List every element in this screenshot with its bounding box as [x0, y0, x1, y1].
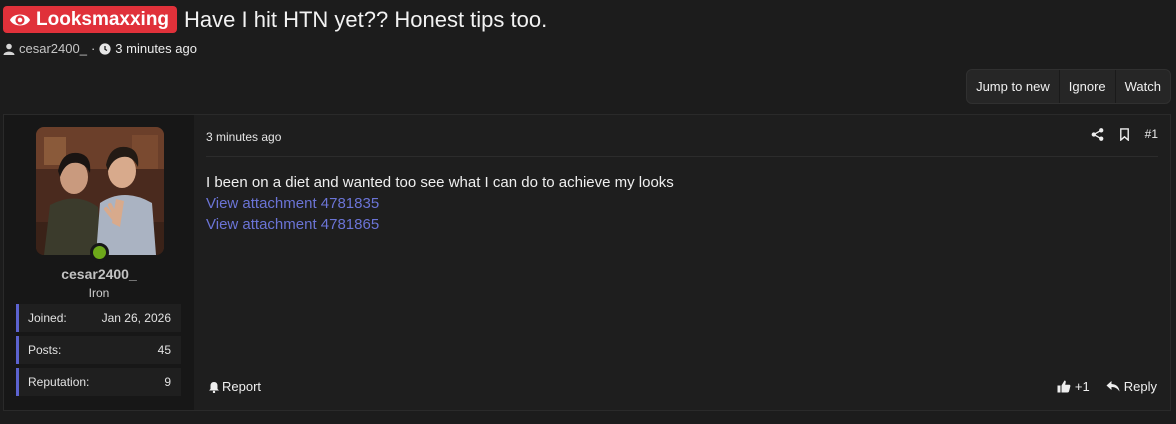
reaction-count: +1 — [1074, 379, 1090, 394]
report-label: Report — [222, 379, 262, 394]
thumbs-up-icon — [1057, 380, 1071, 393]
bookmark-icon[interactable] — [1118, 127, 1131, 141]
reply-button[interactable]: Reply — [1106, 379, 1157, 394]
stat-reputation: Reputation: 9 — [16, 368, 181, 396]
user-rank-title: Iron — [88, 286, 110, 300]
eye-icon — [9, 9, 31, 31]
thread-title-row: Looksmaxxing Have I hit HTN yet?? Honest… — [3, 6, 547, 33]
thread-author-link[interactable]: cesar2400_ — [19, 41, 87, 56]
user-icon — [3, 43, 15, 55]
post-actions: #1 — [1091, 127, 1158, 141]
like-button[interactable]: +1 — [1057, 379, 1090, 394]
stat-posts: Posts: 45 — [16, 336, 181, 364]
stat-value: 9 — [164, 375, 171, 389]
watch-button[interactable]: Watch — [1116, 70, 1170, 103]
post-text: I been on a diet and wanted too see what… — [206, 174, 674, 191]
report-button[interactable]: Report — [208, 379, 261, 394]
post-user-cell: cesar2400_ Iron Joined: Jan 26, 2026 Pos… — [4, 115, 194, 410]
stat-label: Reputation: — [28, 375, 90, 389]
clock-icon — [99, 42, 111, 55]
post: cesar2400_ Iron Joined: Jan 26, 2026 Pos… — [3, 114, 1171, 411]
post-footer-actions: +1 Reply — [1057, 379, 1157, 394]
thread-toolbar: Jump to new Ignore Watch — [966, 69, 1171, 104]
post-body: I been on a diet and wanted too see what… — [206, 172, 674, 235]
stat-value: Jan 26, 2026 — [101, 311, 171, 325]
post-number[interactable]: #1 — [1145, 127, 1158, 141]
post-username[interactable]: cesar2400_ — [4, 266, 194, 282]
avatar[interactable] — [36, 127, 164, 255]
prefix-label: Looksmaxxing — [36, 8, 170, 30]
prefix-badge[interactable]: Looksmaxxing — [3, 6, 178, 33]
jump-to-new-button[interactable]: Jump to new — [967, 70, 1060, 103]
reply-label: Reply — [1123, 379, 1157, 394]
post-header-divider — [206, 156, 1158, 157]
post-main-cell: 3 minutes ago #1 I been on a diet and wa… — [194, 115, 1170, 410]
thread-time[interactable]: 3 minutes ago — [115, 41, 197, 56]
stat-label: Joined: — [28, 311, 67, 325]
post-time[interactable]: 3 minutes ago — [206, 130, 281, 144]
stat-label: Posts: — [28, 343, 62, 357]
bell-icon — [208, 381, 220, 393]
attachment-link[interactable]: View attachment 4781835 — [206, 193, 674, 214]
online-status-indicator — [90, 243, 109, 262]
thread-meta: cesar2400_ · 3 minutes ago — [3, 41, 197, 56]
meta-separator: · — [90, 41, 96, 56]
stat-joined: Joined: Jan 26, 2026 — [16, 304, 181, 332]
reply-icon — [1106, 380, 1120, 393]
stat-value: 45 — [157, 343, 171, 357]
share-icon[interactable] — [1091, 127, 1104, 141]
ignore-button[interactable]: Ignore — [1060, 70, 1116, 103]
thread-title: Have I hit HTN yet?? Honest tips too. — [184, 6, 548, 32]
attachment-link[interactable]: View attachment 4781865 — [206, 214, 674, 235]
